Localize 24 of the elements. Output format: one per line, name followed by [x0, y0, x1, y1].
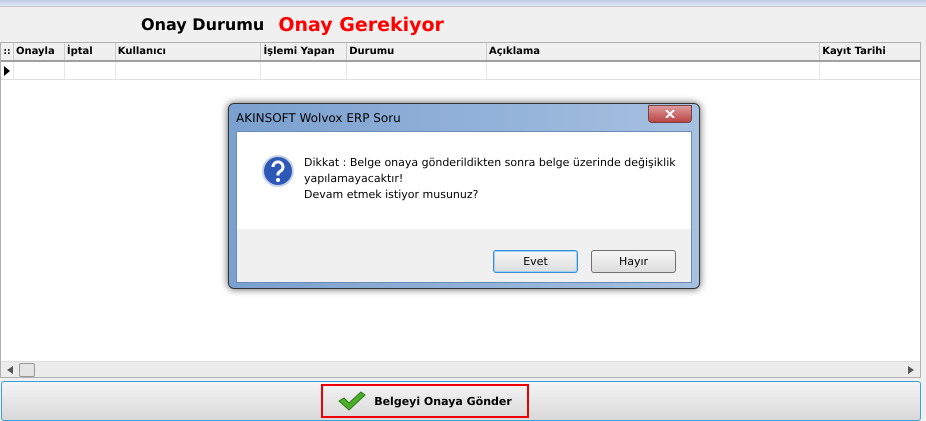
send-for-approval-button[interactable]: Belgeyi Onaya Gönder — [321, 384, 529, 418]
horizontal-scrollbar[interactable] — [1, 361, 920, 377]
close-icon — [665, 110, 675, 118]
column-header[interactable]: İşlemi Yapan — [260, 43, 346, 60]
scroll-right-icon[interactable] — [908, 366, 914, 374]
column-header[interactable]: Durumu — [346, 43, 486, 60]
dialog-title: AKINSOFT Wolvox ERP Soru — [236, 110, 401, 124]
status-value: Onay Gerekiyor — [278, 14, 444, 36]
column-header[interactable]: Kullanıcı — [114, 43, 260, 60]
column-header[interactable]: Kayıt Tarihi — [819, 43, 920, 60]
dialog-button[interactable]: Evet — [493, 250, 578, 273]
grid-indicator: :: — [2, 46, 12, 58]
column-header[interactable]: İptal — [64, 43, 115, 60]
close-button[interactable] — [648, 104, 692, 122]
scroll-thumb[interactable] — [19, 362, 35, 376]
column-header[interactable]: Açıklama — [486, 43, 820, 60]
question-icon — [262, 155, 294, 187]
dialog-message: Dikkat : Belge onaya gönderildikten sonra belge üzerinde değişiklik yapılamayacaktır! Devam etmek istiyor musunuz? — [304, 155, 676, 203]
row-pointer-icon — [4, 66, 10, 76]
dialog-button[interactable]: Hayır — [591, 250, 676, 273]
checkmark-icon — [338, 391, 366, 411]
status-label: Onay Durumu — [141, 15, 264, 34]
column-header[interactable]: Onayla — [12, 43, 64, 60]
scroll-left-icon[interactable] — [7, 366, 13, 374]
